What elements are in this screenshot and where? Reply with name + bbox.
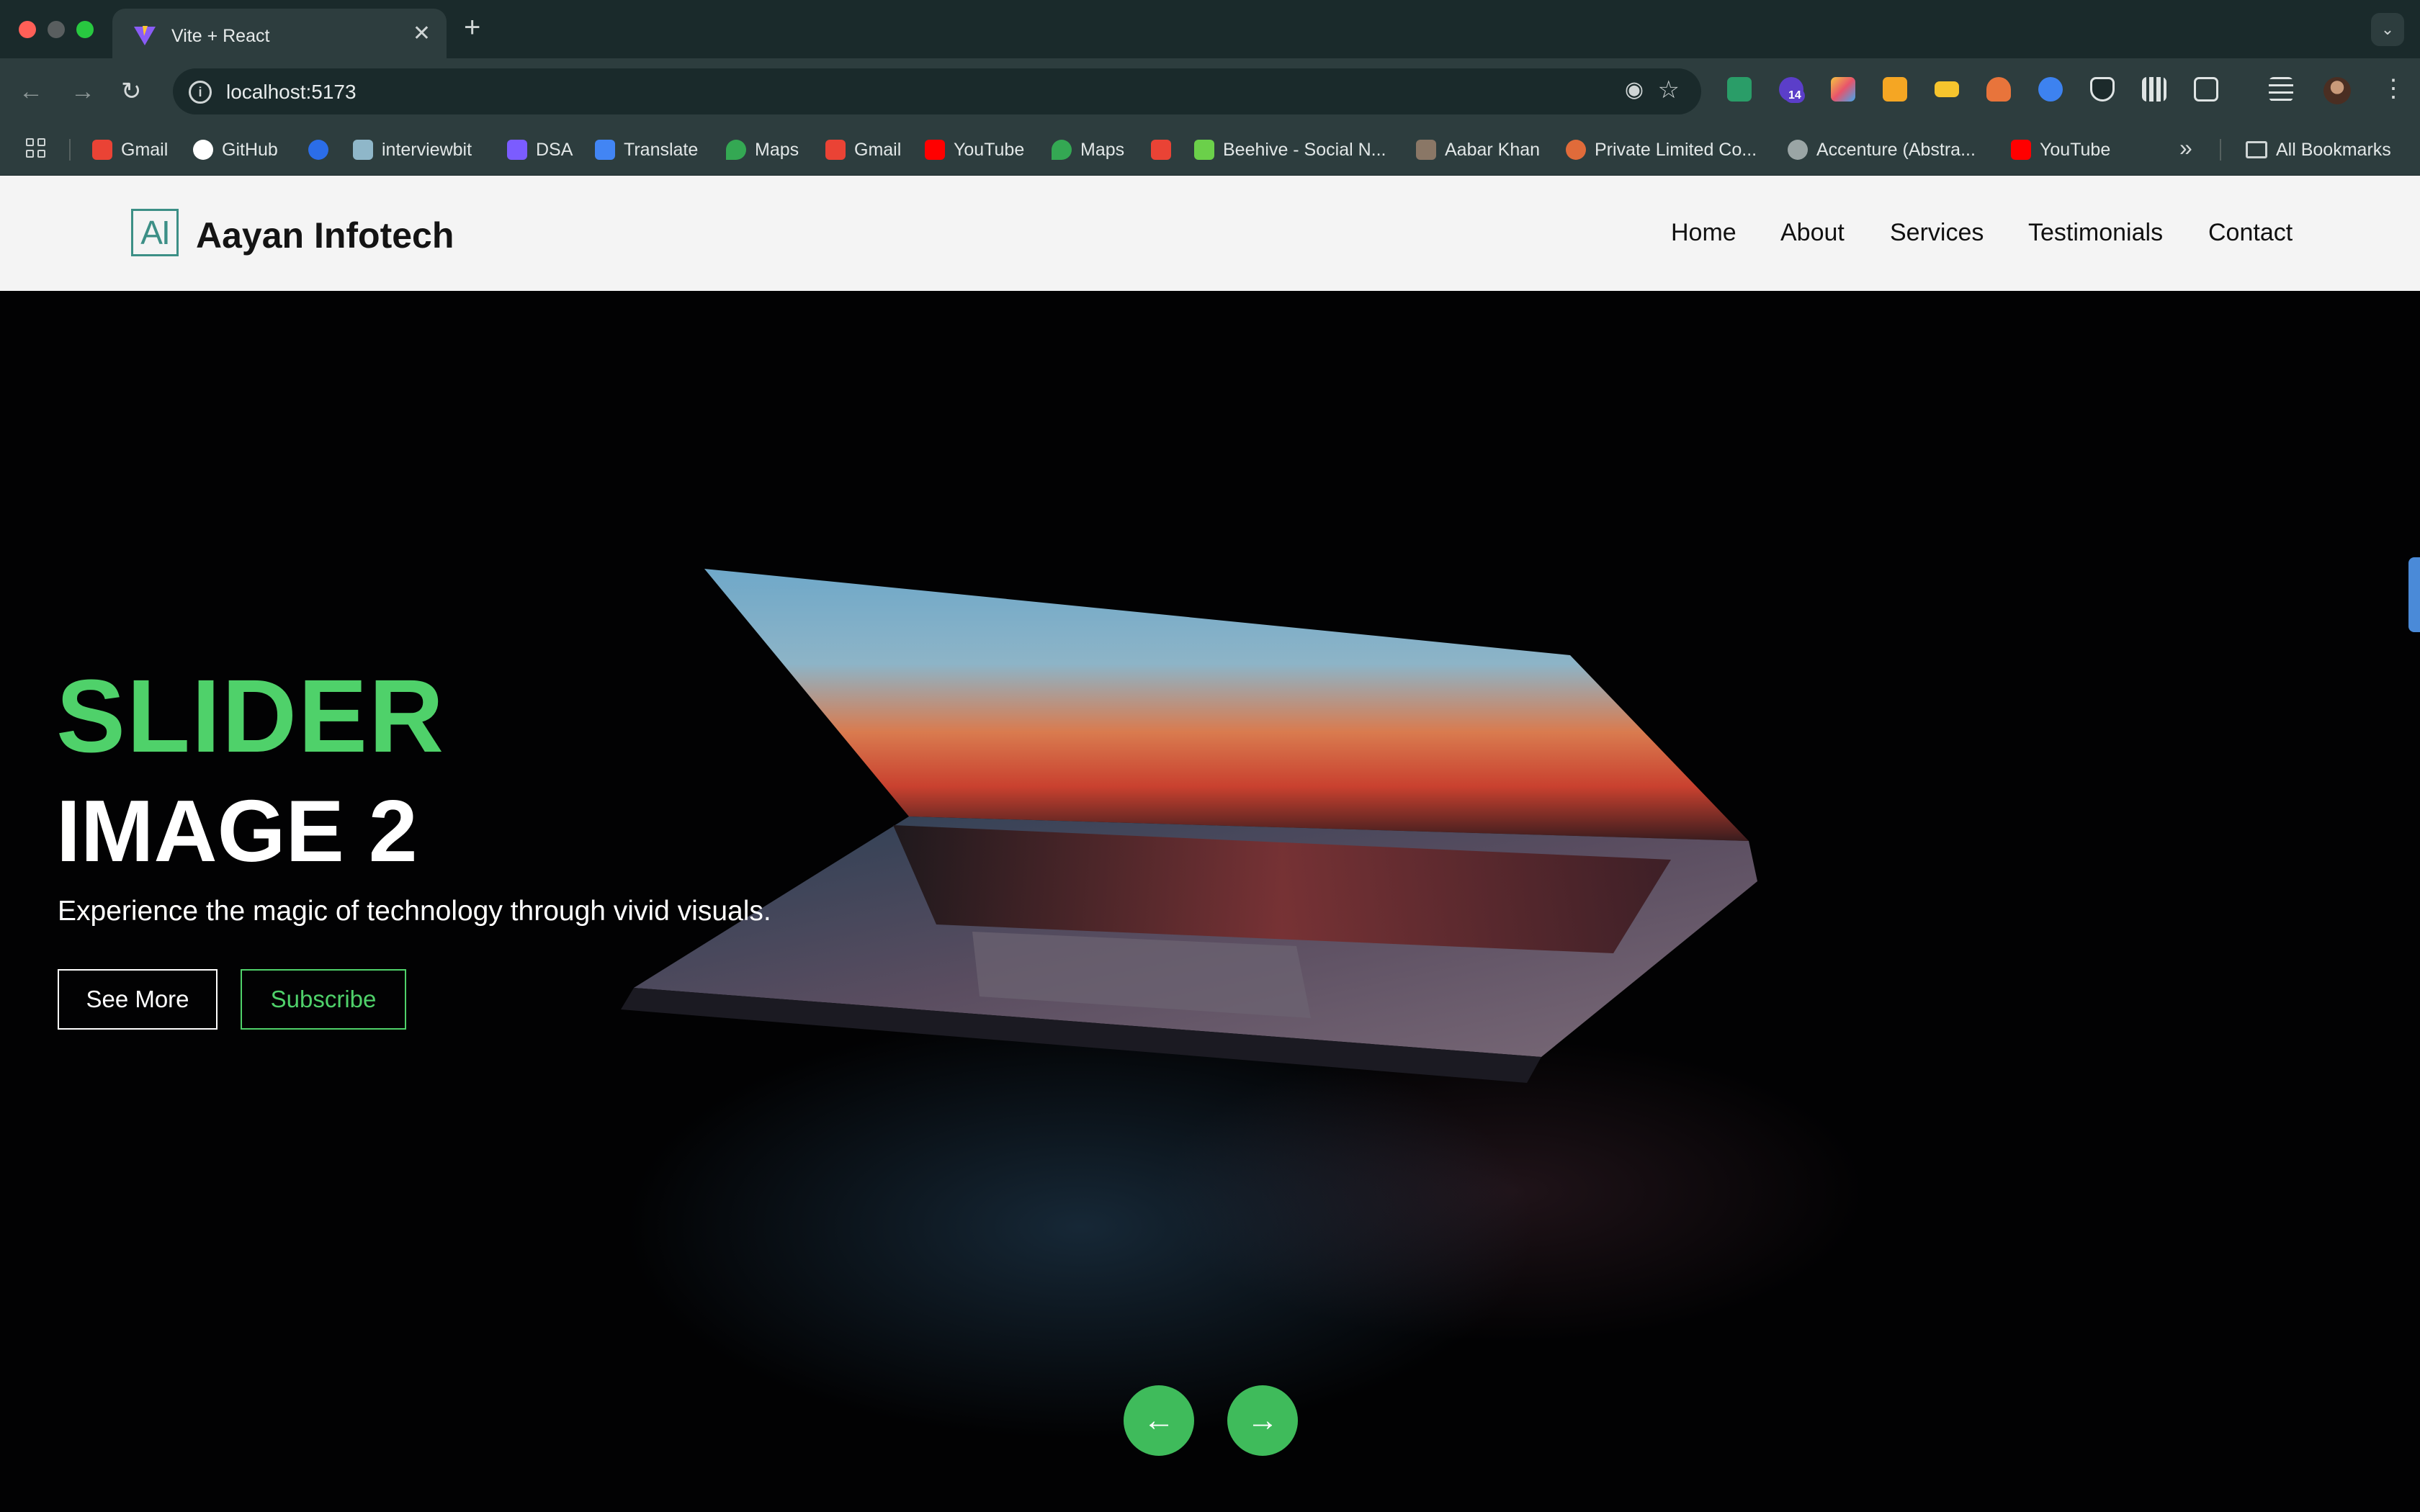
bookmarks-overflow-icon[interactable]: » bbox=[2179, 135, 2192, 161]
media-controls-icon[interactable] bbox=[2269, 77, 2293, 102]
bookmark-item[interactable]: Beehive - Social N... bbox=[1194, 138, 1386, 161]
youtube-icon bbox=[2011, 140, 2031, 160]
bookmark-item[interactable]: GitHub bbox=[193, 138, 278, 161]
bookmarks-divider bbox=[2220, 139, 2221, 161]
nav-about[interactable]: About bbox=[1780, 219, 1845, 247]
browser-tab-active[interactable]: Vite + React ✕ bbox=[112, 9, 447, 58]
bookmark-item[interactable]: Aabar Khan bbox=[1416, 138, 1540, 161]
profile-icon bbox=[1416, 140, 1436, 160]
extension-icon-blue[interactable] bbox=[2038, 77, 2063, 102]
window-zoom-button[interactable] bbox=[76, 21, 94, 38]
nav-testimonials[interactable]: Testimonials bbox=[2028, 219, 2163, 247]
arrow-right-icon: → bbox=[1247, 1403, 1278, 1438]
beehive-icon bbox=[1194, 140, 1214, 160]
bookmark-star-icon[interactable]: ☆ bbox=[1658, 76, 1680, 104]
arrow-left-icon: ← bbox=[1143, 1403, 1175, 1438]
gmail-icon bbox=[825, 140, 846, 160]
url-text[interactable]: localhost:5173 bbox=[226, 81, 357, 104]
bookmark-item[interactable]: Maps bbox=[1052, 138, 1124, 161]
shield-extension-icon[interactable] bbox=[2090, 77, 2115, 102]
dsa-icon bbox=[507, 140, 527, 160]
translate-icon bbox=[595, 140, 615, 160]
hero-title-line2: IMAGE 2 bbox=[56, 782, 418, 880]
hero-title-line1: SLIDER bbox=[56, 658, 446, 774]
site-header: AI Aayan Infotech Home About Services Te… bbox=[0, 176, 2420, 291]
color-picker-extension-icon[interactable] bbox=[1831, 77, 1855, 102]
qr-code-extension-icon[interactable] bbox=[2142, 77, 2166, 102]
extension-badge: 14 bbox=[1785, 89, 1805, 103]
logo-icon[interactable]: AI bbox=[131, 209, 179, 256]
profile-avatar[interactable] bbox=[2323, 77, 2351, 104]
bookmark-item[interactable]: Private Limited Co... bbox=[1566, 138, 1757, 161]
eye-slash-icon[interactable]: ◉ bbox=[1625, 77, 1644, 102]
hero-subtitle: Experience the magic of technology throu… bbox=[58, 896, 771, 927]
wallet-extension-icon[interactable] bbox=[1935, 81, 1959, 97]
forward-icon[interactable]: → bbox=[71, 77, 95, 106]
browser-toolbar: ← → ↻ i localhost:5173 ◉ ☆ 14 ⋮ bbox=[0, 58, 2420, 125]
interviewbit-icon bbox=[353, 140, 373, 160]
nav-services[interactable]: Services bbox=[1890, 219, 1984, 247]
globe-icon bbox=[1788, 140, 1808, 160]
slider-next-button[interactable]: → bbox=[1227, 1385, 1298, 1456]
see-more-button[interactable]: See More bbox=[58, 969, 218, 1030]
puzzle-icon[interactable] bbox=[2194, 77, 2218, 102]
bookmark-item[interactable]: Translate bbox=[595, 138, 698, 161]
nav-home[interactable]: Home bbox=[1671, 219, 1736, 247]
new-tab-button[interactable]: + bbox=[464, 12, 480, 43]
slider-prev-button[interactable]: ← bbox=[1124, 1385, 1194, 1456]
bookmark-item[interactable] bbox=[308, 138, 337, 161]
vite-icon bbox=[134, 26, 156, 45]
site-info-icon[interactable]: i bbox=[189, 81, 212, 104]
address-bar[interactable]: i localhost:5173 ◉ ☆ bbox=[173, 68, 1701, 114]
bookmark-item[interactable]: Gmail bbox=[825, 138, 901, 161]
reload-icon[interactable]: ↻ bbox=[121, 77, 142, 106]
folder-icon bbox=[2246, 141, 2267, 158]
bookmarks-bar: Gmail GitHub interviewbit DSA Translate … bbox=[0, 125, 2420, 176]
kebab-menu-icon[interactable]: ⋮ bbox=[2381, 74, 2406, 103]
tab-title: Vite + React bbox=[171, 26, 270, 46]
subscribe-button[interactable]: Subscribe bbox=[241, 969, 406, 1030]
company-icon bbox=[1566, 140, 1586, 160]
bookmark-item[interactable]: Gmail bbox=[92, 138, 168, 161]
gmail-icon bbox=[1151, 140, 1171, 160]
scroll-indicator[interactable] bbox=[2408, 557, 2420, 632]
maps-icon bbox=[726, 140, 746, 160]
maps-icon bbox=[1052, 140, 1072, 160]
extension-icon-orange[interactable] bbox=[1883, 77, 1907, 102]
youtube-icon bbox=[925, 140, 945, 160]
gmail-icon bbox=[92, 140, 112, 160]
browser-tabstrip: Vite + React ✕ + ⌄ bbox=[0, 0, 2420, 58]
bookmark-item[interactable]: DSA bbox=[507, 138, 573, 161]
hero-slider: SLIDER IMAGE 2 Experience the magic of t… bbox=[0, 291, 2420, 1512]
bookmark-item[interactable]: YouTube bbox=[925, 138, 1024, 161]
bookmark-item[interactable]: YouTube bbox=[2011, 138, 2110, 161]
bookmark-item[interactable]: interviewbit bbox=[353, 138, 472, 161]
github-icon bbox=[193, 140, 213, 160]
window-minimize-button[interactable] bbox=[48, 21, 65, 38]
all-bookmarks-button[interactable]: All Bookmarks bbox=[2246, 138, 2391, 161]
tab-search-button[interactable]: ⌄ bbox=[2371, 13, 2404, 46]
brand-name[interactable]: Aayan Infotech bbox=[196, 215, 454, 256]
bookmark-item[interactable] bbox=[1151, 138, 1180, 161]
bookmarks-divider bbox=[69, 139, 71, 161]
apps-grid-icon[interactable] bbox=[26, 138, 48, 160]
mail-extension-icon[interactable] bbox=[1727, 77, 1752, 102]
window-close-button[interactable] bbox=[19, 21, 36, 38]
bookmark-item[interactable]: Accenture (Abstra... bbox=[1788, 138, 1976, 161]
back-icon[interactable]: ← bbox=[19, 77, 43, 106]
bookmark-item[interactable]: Maps bbox=[726, 138, 799, 161]
extension-icon-person[interactable] bbox=[1986, 77, 2011, 102]
c-icon bbox=[308, 140, 328, 160]
tab-close-icon[interactable]: ✕ bbox=[413, 22, 431, 46]
nav-contact[interactable]: Contact bbox=[2208, 219, 2293, 247]
